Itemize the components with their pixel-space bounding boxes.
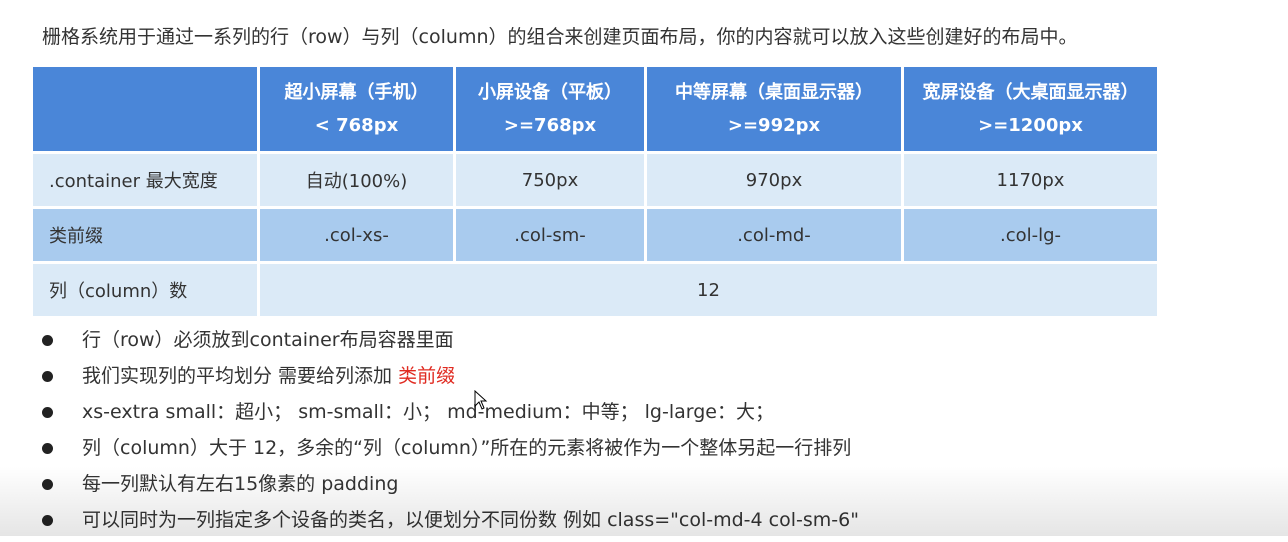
- note-text: xs-extra small：超小； sm-small：小； md-medium…: [82, 401, 774, 423]
- table-row-class-prefix: 类前缀 .col-xs- .col-sm- .col-md- .col-lg-: [30, 206, 1160, 264]
- table-header-row: 超小屏幕（手机） < 768px 小屏设备（平板） >=768px 中等屏幕（桌…: [30, 64, 1160, 154]
- table-cell: .col-sm-: [453, 206, 647, 264]
- header-title: 宽屏设备（大桌面显示器）: [922, 82, 1139, 103]
- header-cell-sm: 小屏设备（平板） >=768px: [453, 64, 647, 154]
- mouse-pointer-icon: [474, 390, 488, 410]
- header-sub: < 768px: [314, 115, 399, 136]
- table-cell: .col-md-: [644, 206, 904, 264]
- bullet-dot-icon: [42, 371, 53, 382]
- list-item: 每一列默认有左右15像素的 padding: [40, 470, 859, 506]
- table-cell: 自动(100%): [257, 151, 456, 209]
- bullet-dot-icon: [42, 443, 53, 454]
- grid-system-table: 超小屏幕（手机） < 768px 小屏设备（平板） >=768px 中等屏幕（桌…: [30, 64, 1160, 319]
- bullet-dot-icon: [42, 407, 53, 418]
- row-label: 类前缀: [30, 206, 260, 264]
- table-cell: .col-lg-: [901, 206, 1160, 264]
- note-text: 每一列默认有左右15像素的 padding: [82, 473, 399, 495]
- row-label: 列（column）数: [30, 261, 260, 319]
- header-cell-xs: 超小屏幕（手机） < 768px: [257, 64, 456, 154]
- table-cell: 750px: [453, 151, 647, 209]
- note-text: 行（row）必须放到container布局容器里面: [82, 329, 454, 351]
- bullet-dot-icon: [42, 479, 53, 490]
- notes-list: 行（row）必须放到container布局容器里面 我们实现列的平均划分 需要给…: [40, 326, 859, 542]
- note-highlight: 类前缀: [398, 365, 456, 387]
- header-sub: >=768px: [503, 115, 597, 136]
- header-title: 超小屏幕（手机）: [284, 82, 429, 103]
- list-item: xs-extra small：超小； sm-small：小； md-medium…: [40, 398, 859, 434]
- list-item: 我们实现列的平均划分 需要给列添加 类前缀: [40, 362, 859, 398]
- header-sub: >=992px: [727, 115, 821, 136]
- header-title: 小屏设备（平板）: [478, 82, 622, 103]
- header-cell-empty: [30, 64, 260, 154]
- list-item: 行（row）必须放到container布局容器里面: [40, 326, 859, 362]
- row-label: .container 最大宽度: [30, 151, 260, 209]
- header-sub: >=1200px: [978, 115, 1083, 136]
- intro-text: 栅格系统用于通过一系列的行（row）与列（column）的组合来创建页面布局，你…: [42, 26, 1078, 48]
- header-title: 中等屏幕（桌面显示器）: [675, 82, 873, 103]
- table-cell-merged: 12: [257, 261, 1160, 319]
- table-cell: 1170px: [901, 151, 1160, 209]
- note-text: 可以同时为一列指定多个设备的类名，以便划分不同份数 例如 class="col-…: [82, 509, 859, 531]
- header-cell-lg: 宽屏设备（大桌面显示器） >=1200px: [901, 64, 1160, 154]
- list-item: 列（column）大于 12，多余的“列（column）”所在的元素将被作为一个…: [40, 434, 859, 470]
- bullet-dot-icon: [42, 515, 53, 526]
- table-cell: 970px: [644, 151, 904, 209]
- note-text: 我们实现列的平均划分 需要给列添加: [82, 365, 399, 387]
- note-text: 列（column）大于 12，多余的“列（column）”所在的元素将被作为一个…: [82, 437, 852, 459]
- table-row-container-width: .container 最大宽度 自动(100%) 750px 970px 117…: [30, 151, 1160, 209]
- table-cell: .col-xs-: [257, 206, 456, 264]
- table-row-column-count: 列（column）数 12: [30, 261, 1160, 319]
- list-item: 可以同时为一列指定多个设备的类名，以便划分不同份数 例如 class="col-…: [40, 506, 859, 542]
- bullet-dot-icon: [42, 335, 53, 346]
- header-cell-md: 中等屏幕（桌面显示器） >=992px: [644, 64, 904, 154]
